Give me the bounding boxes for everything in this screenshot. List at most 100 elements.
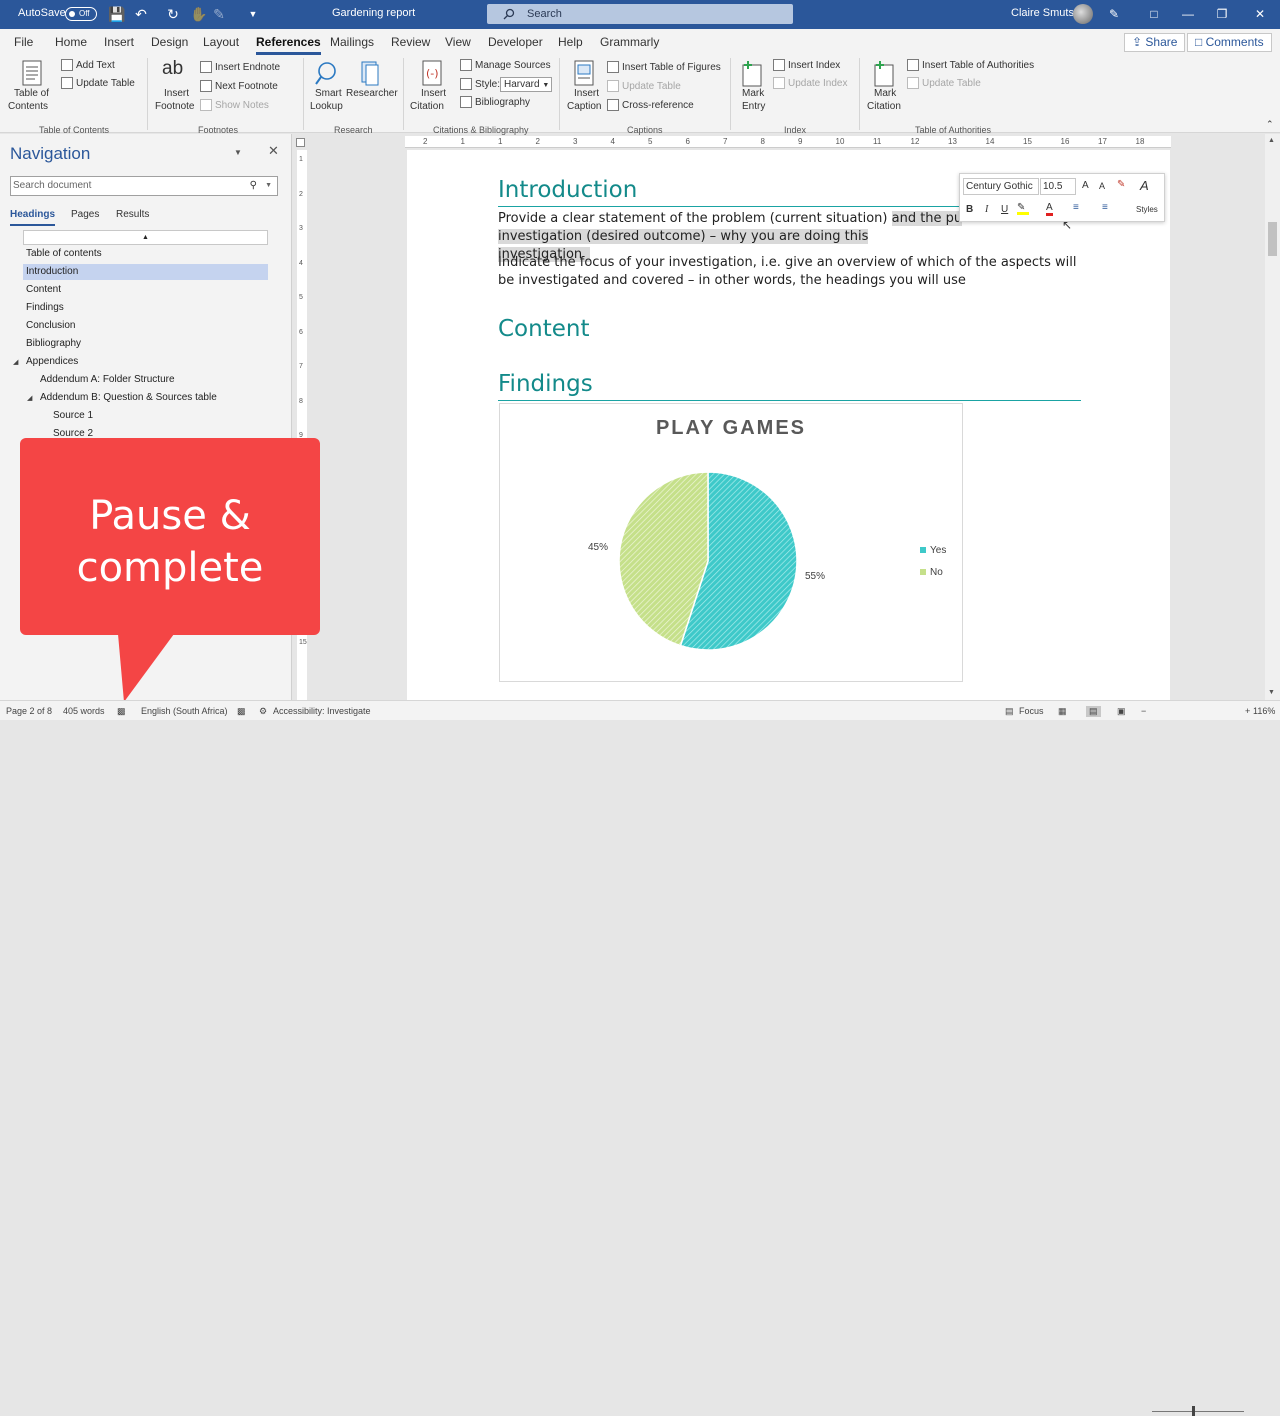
chevron-down-icon[interactable]: ▼: [234, 148, 242, 157]
toc-button-line1[interactable]: Table of: [14, 88, 49, 99]
nav-item[interactable]: Content: [26, 284, 61, 295]
scroll-up-icon[interactable]: ▲: [1268, 137, 1275, 144]
nav-item[interactable]: Addendum A: Folder Structure: [40, 374, 175, 385]
heading-findings[interactable]: Findings: [498, 371, 593, 397]
numbering-icon[interactable]: ≡: [1102, 202, 1108, 213]
nav-item-selected[interactable]: Introduction: [23, 264, 268, 280]
search-box[interactable]: Search: [487, 4, 793, 24]
nav-item[interactable]: Appendices: [26, 356, 78, 367]
zoom-in-icon[interactable]: +: [1245, 706, 1250, 716]
tab-developer[interactable]: Developer: [488, 35, 543, 49]
bullets-icon[interactable]: ≡: [1073, 202, 1079, 213]
horizontal-ruler[interactable]: [405, 136, 1171, 148]
undo-icon[interactable]: ↶: [132, 5, 150, 23]
tab-help[interactable]: Help: [558, 35, 583, 49]
mark-entry-line1[interactable]: Mark: [742, 88, 764, 99]
search-icon[interactable]: ⚲: [250, 177, 257, 195]
accessibility-status[interactable]: Accessibility: Investigate: [273, 706, 371, 716]
collapse-triangle-icon[interactable]: ◢: [27, 394, 32, 402]
insert-citation-line1[interactable]: Insert: [421, 88, 446, 99]
insert-caption-line2[interactable]: Caption: [567, 101, 601, 112]
heading-content[interactable]: Content: [498, 316, 589, 342]
cross-reference-button[interactable]: Cross-reference: [622, 100, 694, 111]
tab-view[interactable]: View: [445, 35, 471, 49]
font-size-dropdown[interactable]: 10.5: [1040, 178, 1076, 195]
update-toa-button[interactable]: Update Table: [922, 78, 981, 89]
toc-button-line2[interactable]: Contents: [8, 101, 48, 112]
zoom-slider[interactable]: [1152, 1411, 1244, 1412]
macro-icon[interactable]: ▩: [237, 706, 246, 717]
styles-icon[interactable]: A: [1140, 178, 1149, 193]
tab-results[interactable]: Results: [116, 209, 149, 220]
scroll-down-icon[interactable]: ▼: [1268, 689, 1275, 696]
focus-icon[interactable]: ▤: [1005, 706, 1014, 717]
underline-button[interactable]: U: [1001, 204, 1008, 215]
language[interactable]: English (South Africa): [141, 706, 228, 716]
collapse-triangle-icon[interactable]: ◢: [13, 358, 18, 366]
nav-item[interactable]: Bibliography: [26, 338, 81, 349]
heading-scroll-up[interactable]: ▲: [23, 230, 268, 245]
comments-button[interactable]: □ Comments: [1187, 33, 1272, 52]
shrink-font-button[interactable]: A: [1099, 181, 1105, 191]
tab-grammarly[interactable]: Grammarly: [600, 35, 659, 49]
next-footnote-button[interactable]: Next Footnote: [215, 81, 278, 92]
manage-sources-button[interactable]: Manage Sources: [475, 60, 551, 71]
read-mode-icon[interactable]: ▦: [1058, 706, 1067, 717]
update-index-button[interactable]: Update Index: [788, 78, 848, 89]
insert-citation-line2[interactable]: Citation: [410, 101, 444, 112]
nav-item[interactable]: Conclusion: [26, 320, 75, 331]
tab-layout[interactable]: Layout: [203, 35, 239, 49]
paragraph-1[interactable]: Provide a clear statement of the problem…: [498, 210, 963, 228]
customize-qat-icon[interactable]: ▼: [244, 5, 262, 23]
highlight-icon[interactable]: ✎: [1017, 202, 1029, 215]
insert-index-button[interactable]: Insert Index: [788, 60, 840, 71]
insert-footnote-line2[interactable]: Footnote: [155, 101, 194, 112]
font-color-button[interactable]: A: [1046, 202, 1053, 216]
style-dropdown[interactable]: Harvard ▼: [500, 77, 552, 92]
zoom-level[interactable]: 116%: [1253, 706, 1275, 716]
tab-headings[interactable]: Headings: [10, 209, 56, 226]
researcher-button[interactable]: Researcher: [346, 88, 398, 99]
grow-font-button[interactable]: A: [1082, 180, 1089, 191]
tab-references[interactable]: References: [256, 35, 321, 55]
bibliography-button[interactable]: Bibliography: [475, 97, 530, 108]
font-name-dropdown[interactable]: Century Gothic: [963, 178, 1039, 195]
paragraph-2-line2[interactable]: be investigated and covered – in other w…: [498, 272, 966, 290]
zoom-slider-thumb[interactable]: [1192, 1406, 1195, 1416]
mark-citation-line1[interactable]: Mark: [874, 88, 896, 99]
format-painter-icon[interactable]: ✎: [1117, 179, 1125, 190]
chevron-down-icon[interactable]: ▼: [265, 177, 272, 195]
smart-lookup-line2[interactable]: Lookup: [310, 101, 343, 112]
word-count[interactable]: 405 words: [63, 706, 105, 716]
mark-citation-line2[interactable]: Citation: [867, 101, 901, 112]
tab-home[interactable]: Home: [55, 35, 87, 49]
nav-item[interactable]: Addendum B: Question & Sources table: [40, 392, 217, 403]
touch-mode-icon[interactable]: ✋: [190, 5, 208, 23]
redo-icon[interactable]: ↻: [164, 5, 182, 23]
bold-button[interactable]: B: [966, 204, 973, 215]
scrollbar-thumb[interactable]: [1268, 222, 1277, 256]
format-painter-icon[interactable]: ✎: [210, 5, 228, 23]
italic-button[interactable]: I: [985, 204, 988, 215]
insert-tof-button[interactable]: Insert Table of Figures: [622, 62, 721, 73]
tab-design[interactable]: Design: [151, 35, 188, 49]
restore-icon[interactable]: ❐: [1214, 6, 1230, 22]
print-layout-icon[interactable]: ▤: [1086, 706, 1101, 717]
web-layout-icon[interactable]: ▣: [1117, 706, 1126, 717]
vertical-scrollbar[interactable]: [1265, 134, 1280, 700]
smart-lookup-line1[interactable]: Smart: [315, 88, 342, 99]
collapse-ribbon-icon[interactable]: ⌃: [1266, 119, 1274, 130]
tab-mailings[interactable]: Mailings: [330, 35, 374, 49]
insert-endnote-button[interactable]: Insert Endnote: [215, 62, 280, 73]
close-pane-icon[interactable]: ✕: [268, 143, 279, 159]
update-table-button[interactable]: Update Table: [76, 78, 135, 89]
focus-button[interactable]: Focus: [1019, 706, 1044, 716]
styles-label[interactable]: Styles: [1136, 205, 1158, 214]
avatar[interactable]: [1073, 4, 1093, 24]
close-icon[interactable]: ✕: [1252, 6, 1268, 22]
autosave-toggle[interactable]: Off: [65, 7, 97, 21]
tab-pages[interactable]: Pages: [71, 209, 99, 220]
tab-selector-icon[interactable]: [296, 138, 305, 147]
accessibility-icon[interactable]: ⚙: [259, 706, 267, 717]
paragraph-2[interactable]: Indicate the focus of your investigation…: [498, 254, 1077, 272]
